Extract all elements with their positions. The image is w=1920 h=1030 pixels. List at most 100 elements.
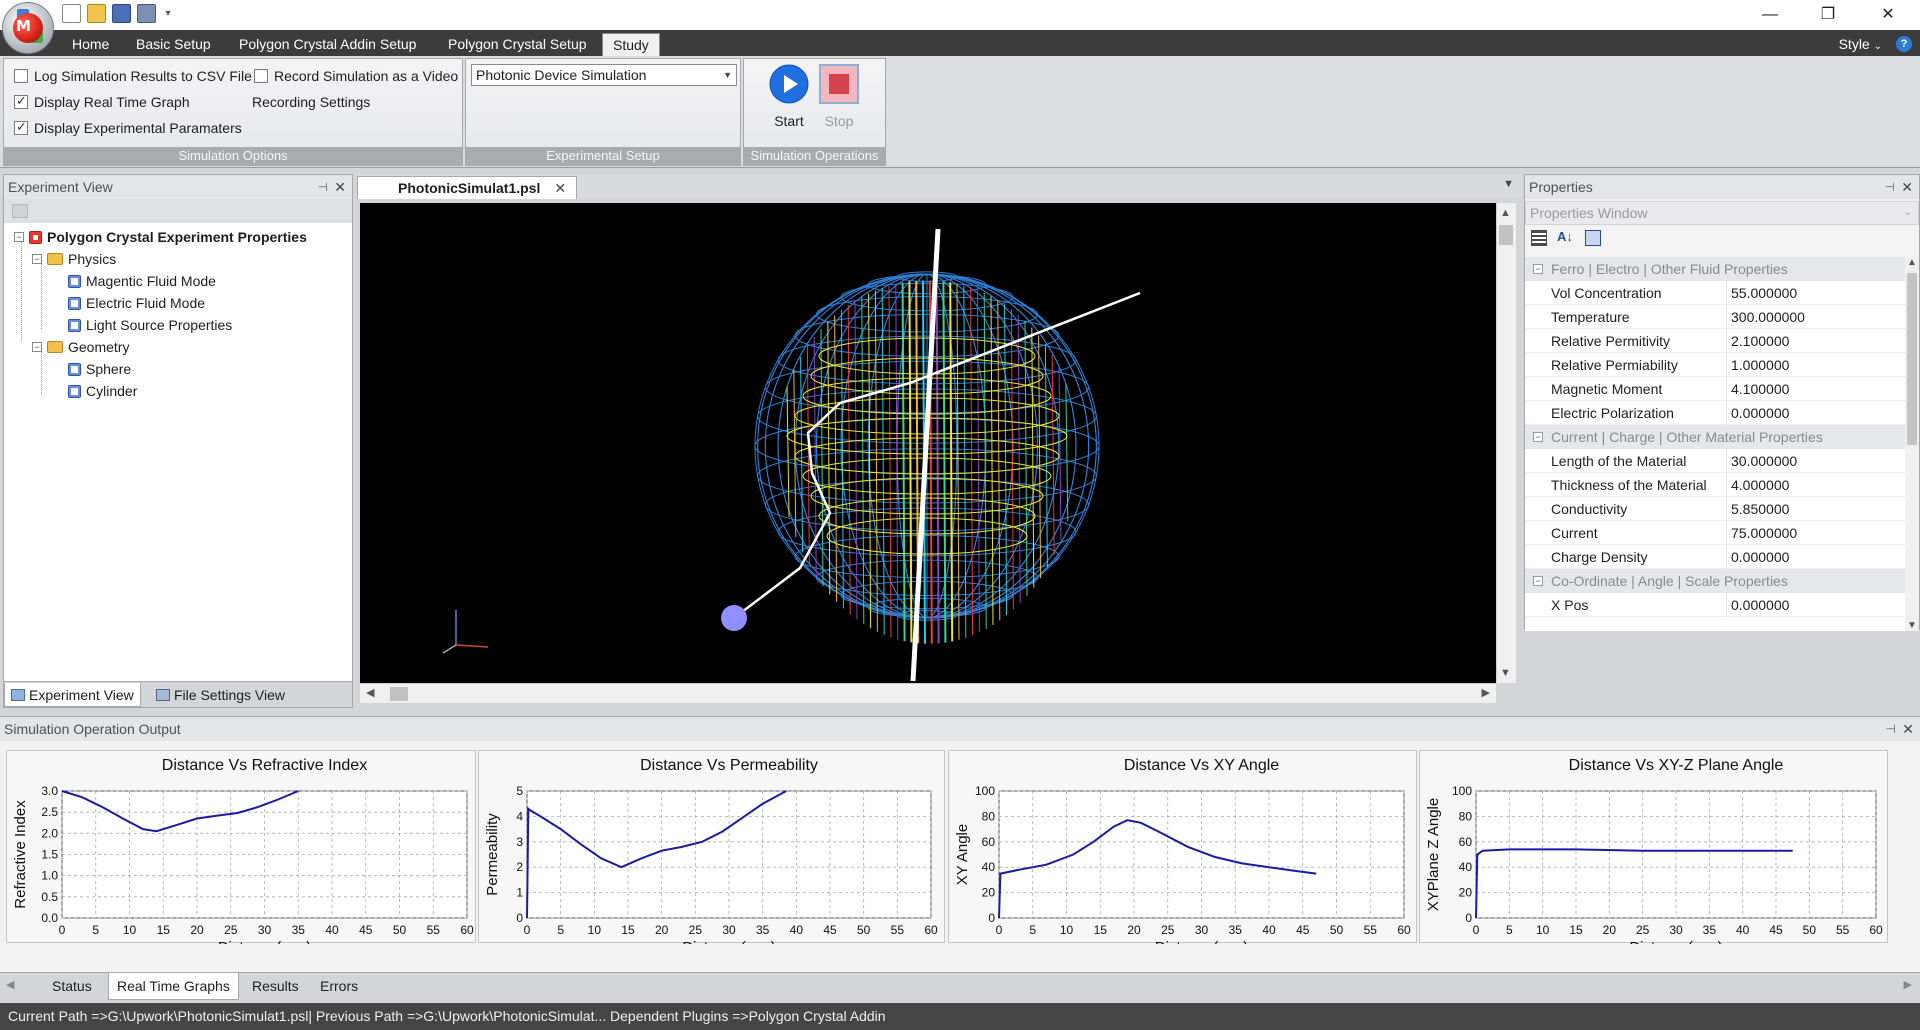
property-value[interactable]: 300.000000 [1726, 305, 1891, 329]
recording-settings-button[interactable]: Recording Settings [252, 94, 370, 110]
tab-status[interactable]: Status [44, 973, 100, 1000]
tab-basic-setup[interactable]: Basic Setup [126, 33, 221, 56]
vertical-scrollbar[interactable]: ▲ ▼ [1496, 203, 1516, 683]
app-menu-orb[interactable]: M [2, 2, 54, 54]
property-value[interactable]: 0.000000 [1726, 401, 1891, 425]
property-category[interactable]: − Co-Ordinate | Angle | Scale Properties [1525, 569, 1905, 593]
property-row[interactable]: Relative Permitivity 2.100000 [1525, 329, 1905, 353]
close-icon[interactable]: ✕ [334, 175, 346, 199]
collapse-icon[interactable]: − [1533, 264, 1543, 274]
tab-real-time-graphs[interactable]: Real Time Graphs [108, 973, 239, 1000]
tree-item-electric-fluid-mode[interactable]: Electric Fluid Mode [68, 292, 205, 314]
property-row[interactable]: Conductivity 5.850000 [1525, 497, 1905, 521]
collapse-icon[interactable]: − [1533, 432, 1543, 442]
property-row[interactable]: Vol Concentration 55.000000 [1525, 281, 1905, 305]
collapse-icon[interactable]: − [14, 232, 24, 242]
checkbox-box[interactable] [254, 69, 268, 83]
sort-alphabetical-icon[interactable]: A↓ [1557, 229, 1573, 244]
collapse-icon[interactable]: − [1533, 576, 1543, 586]
properties-object-select[interactable]: Properties Window ⌄ [1525, 201, 1919, 225]
tree-item-light-source-properties[interactable]: Light Source Properties [68, 314, 232, 336]
tab-photonic-simulation-document[interactable]: PhotonicSimulat1.psl ✕ [357, 176, 578, 199]
record-video-checkbox[interactable]: Record Simulation as a Video [254, 68, 458, 84]
pin-icon[interactable]: ⊣ [1886, 717, 1896, 741]
customize-qat-icon[interactable]: ▾ [162, 4, 174, 23]
tab-results[interactable]: Results [244, 973, 307, 1000]
scroll-up-icon[interactable]: ▲ [1500, 207, 1511, 219]
style-menu[interactable]: Style ⌄ [1839, 33, 1882, 58]
checkbox-box[interactable] [14, 93, 28, 109]
open-folder-icon[interactable] [87, 4, 106, 23]
collapse-icon[interactable]: − [32, 254, 42, 264]
property-row[interactable]: Electric Polarization 0.000000 [1525, 401, 1905, 425]
scroll-left-icon[interactable]: ◀ [366, 686, 374, 699]
tree-item-sphere[interactable]: Sphere [68, 358, 131, 380]
scroll-right-icon[interactable]: ▶ [1904, 978, 1912, 991]
tab-file-settings-view[interactable]: File Settings View [150, 683, 291, 707]
log-csv-checkbox[interactable]: Log Simulation Results to CSV File [14, 68, 252, 84]
close-tab-icon[interactable]: ✕ [554, 180, 566, 196]
new-file-icon[interactable] [62, 4, 81, 23]
property-value[interactable]: 5.850000 [1726, 497, 1891, 521]
scroll-down-icon[interactable]: ▼ [1500, 667, 1511, 679]
start-button[interactable]: Start [766, 64, 812, 130]
property-value[interactable]: 4.000000 [1726, 473, 1891, 497]
property-row[interactable]: Charge Density 0.000000 [1525, 545, 1905, 569]
tree-item-magnetic-fluid-mode[interactable]: Magentic Fluid Mode [68, 270, 216, 292]
property-row[interactable]: Magnetic Moment 4.100000 [1525, 377, 1905, 401]
pin-icon[interactable]: ⊣ [318, 175, 328, 199]
scroll-down-icon[interactable]: ▼ [1907, 620, 1917, 631]
tab-home[interactable]: Home [62, 33, 119, 56]
property-value[interactable]: 0.000000 [1726, 593, 1891, 617]
tab-errors[interactable]: Errors [312, 973, 366, 1000]
tab-polygon-crystal-addin-setup[interactable]: Polygon Crystal Addin Setup [229, 33, 426, 56]
scroll-left-icon[interactable]: ◀ [6, 978, 14, 991]
property-category[interactable]: − Ferro | Electro | Other Fluid Propertie… [1525, 257, 1905, 281]
collapse-icon[interactable]: − [32, 342, 42, 352]
save-all-icon[interactable] [137, 4, 156, 23]
close-icon[interactable]: ✕ [1901, 175, 1913, 199]
property-value[interactable]: 1.000000 [1726, 353, 1891, 377]
property-value[interactable]: 75.000000 [1726, 521, 1891, 545]
scroll-right-icon[interactable]: ▶ [1482, 686, 1490, 699]
checkbox-box[interactable] [14, 119, 28, 135]
minimize-icon[interactable]: — [1742, 0, 1798, 30]
tab-experiment-view[interactable]: Experiment View [4, 683, 141, 707]
property-value[interactable]: 30.000000 [1726, 449, 1891, 473]
property-row[interactable]: Current 75.000000 [1525, 521, 1905, 545]
scroll-up-icon[interactable]: ▲ [1907, 257, 1917, 268]
close-icon[interactable]: ✕ [1902, 717, 1914, 741]
light-source-sphere[interactable] [721, 605, 747, 631]
tab-polygon-crystal-setup[interactable]: Polygon Crystal Setup [438, 33, 597, 56]
refresh-tree-icon[interactable] [12, 204, 28, 218]
property-row[interactable]: Relative Permiability 1.000000 [1525, 353, 1905, 377]
experiment-type-select[interactable]: Photonic Device Simulation ▼ [471, 64, 737, 86]
categorized-view-icon[interactable] [1531, 230, 1547, 246]
property-row[interactable]: Temperature 300.000000 [1525, 305, 1905, 329]
property-value[interactable]: 0.000000 [1726, 545, 1891, 569]
property-grid-scrollbar[interactable]: ▲ ▼ [1905, 257, 1919, 631]
display-graph-checkbox[interactable]: Display Real Time Graph [14, 93, 190, 110]
tab-list-dropdown-icon[interactable]: ▼ [1503, 178, 1514, 190]
scrollbar-thumb[interactable] [1907, 273, 1917, 445]
horizontal-scrollbar[interactable]: ◀ ▶ [360, 683, 1496, 703]
tree-item-root[interactable]: − Polygon Crystal Experiment Properties [14, 226, 307, 248]
display-params-checkbox[interactable]: Display Experimental Paramaters [14, 119, 242, 136]
checkbox-box[interactable] [14, 69, 28, 83]
tree-item-geometry[interactable]: − Geometry [32, 336, 129, 358]
restore-icon[interactable]: ❐ [1800, 0, 1856, 30]
property-value[interactable]: 55.000000 [1726, 281, 1891, 305]
property-pages-icon[interactable] [1585, 230, 1601, 246]
save-icon[interactable] [112, 4, 131, 23]
tab-study[interactable]: Study [602, 33, 660, 56]
property-row[interactable]: X Pos 0.000000 [1525, 593, 1905, 617]
property-value[interactable]: 2.100000 [1726, 329, 1891, 353]
close-window-icon[interactable]: ✕ [1860, 0, 1916, 30]
property-category[interactable]: − Current | Charge | Other Material Prope… [1525, 425, 1905, 449]
scrollbar-thumb[interactable] [390, 687, 408, 701]
pin-icon[interactable]: ⊣ [1885, 175, 1895, 199]
property-row[interactable]: Thickness of the Material 4.000000 [1525, 473, 1905, 497]
property-value[interactable]: 4.100000 [1726, 377, 1891, 401]
stop-button[interactable]: Stop [816, 64, 862, 130]
simulation-viewport[interactable] [360, 203, 1496, 683]
